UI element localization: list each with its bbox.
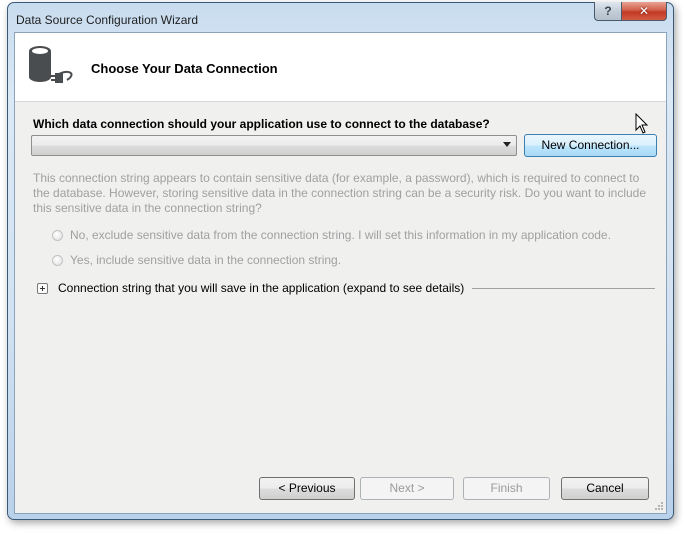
database-connection-icon — [29, 46, 73, 83]
caption-buttons: ? ✕ — [594, 2, 667, 22]
help-icon: ? — [604, 4, 612, 18]
window-title: Data Source Configuration Wizard — [16, 13, 199, 27]
expander-label: Connection string that you will save in … — [58, 281, 465, 295]
dropdown-arrow-icon[interactable] — [503, 142, 511, 147]
radio-include-sensitive[interactable]: Yes, include sensitive data in the conne… — [52, 253, 341, 267]
radio-button[interactable] — [52, 229, 63, 241]
next-button[interactable]: Next > — [360, 477, 454, 500]
connection-question-label: Which data connection should your applic… — [33, 117, 490, 131]
radio-label: Yes, include sensitive data in the conne… — [70, 253, 342, 267]
page-title: Choose Your Data Connection — [91, 61, 278, 76]
close-button[interactable]: ✕ — [621, 2, 667, 21]
radio-label: No, exclude sensitive data from the conn… — [70, 228, 611, 242]
help-button[interactable]: ? — [594, 2, 621, 21]
radio-exclude-sensitive[interactable]: No, exclude sensitive data from the conn… — [52, 228, 611, 242]
wizard-window: Data Source Configuration Wizard ? ✕ Cho… — [7, 2, 674, 520]
wizard-client-area: Choose Your Data Connection Which data c… — [14, 32, 667, 514]
connection-string-expander[interactable]: Connection string that you will save in … — [33, 281, 655, 295]
expander-divider — [472, 287, 655, 289]
new-connection-button[interactable]: New Connection... — [524, 134, 657, 157]
finish-button[interactable]: Finish — [463, 477, 550, 500]
resize-grip-icon[interactable] — [654, 501, 664, 511]
title-bar[interactable]: Data Source Configuration Wizard ? ✕ — [8, 2, 673, 33]
wizard-header: Choose Your Data Connection — [15, 33, 666, 102]
cancel-button[interactable]: Cancel — [561, 477, 649, 500]
expand-plus-icon[interactable] — [37, 282, 48, 294]
radio-button[interactable] — [52, 254, 63, 266]
sensitive-data-description: This connection string appears to contai… — [33, 171, 647, 215]
data-connection-combobox[interactable] — [31, 135, 517, 156]
mouse-cursor-icon — [635, 113, 649, 134]
close-icon: ✕ — [638, 4, 650, 18]
previous-button[interactable]: < Previous — [259, 477, 355, 500]
